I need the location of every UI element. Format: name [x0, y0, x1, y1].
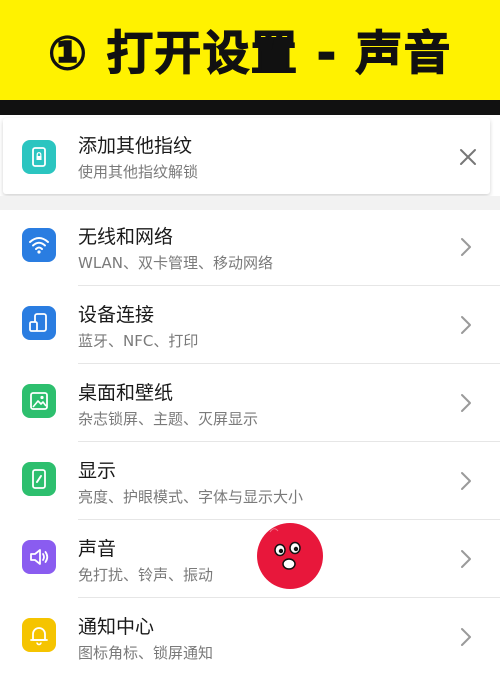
suggestion-subtitle: 使用其他指纹解锁	[78, 163, 199, 181]
settings-item-sound[interactable]: 声音 免打扰、铃声、振动	[0, 520, 500, 598]
wifi-icon	[22, 228, 56, 262]
settings-item-device-connection[interactable]: 设备连接 蓝牙、NFC、打印	[0, 286, 500, 364]
chevron-right-icon	[461, 316, 471, 334]
settings-item-subtitle: 图标角标、锁屏通知	[78, 644, 214, 662]
tutorial-banner: ① 打开设置 - 声音	[0, 0, 500, 100]
settings-item-subtitle: 免打扰、铃声、振动	[78, 566, 214, 584]
chevron-right-icon	[461, 394, 471, 412]
settings-item-title: 设备连接	[78, 304, 155, 326]
settings-item-title: 桌面和壁纸	[78, 382, 174, 404]
settings-item-title: 显示	[78, 460, 117, 482]
banner-title: ① 打开设置 - 声音	[47, 25, 453, 81]
settings-item-display[interactable]: 显示 亮度、护眼模式、字体与显示大小	[0, 442, 500, 520]
status-bar-strip	[0, 100, 500, 115]
fingerprint-suggestion-card[interactable]: 添加其他指纹 使用其他指纹解锁	[3, 118, 490, 194]
settings-item-subtitle: WLAN、双卡管理、移动网络	[78, 254, 274, 272]
chevron-right-icon	[461, 238, 471, 256]
settings-item-title: 声音	[78, 538, 117, 560]
close-icon[interactable]	[457, 146, 479, 168]
chevron-right-icon	[461, 550, 471, 568]
display-icon	[22, 462, 56, 496]
chevron-right-icon	[461, 472, 471, 490]
chevron-right-icon	[461, 628, 471, 646]
settings-item-subtitle: 蓝牙、NFC、打印	[78, 332, 199, 350]
red-face-sticker	[257, 523, 323, 589]
speaker-icon	[22, 540, 56, 574]
settings-item-subtitle: 杂志锁屏、主题、灭屏显示	[78, 410, 259, 428]
settings-item-wallpaper[interactable]: 桌面和壁纸 杂志锁屏、主题、灭屏显示	[0, 364, 500, 442]
settings-item-wireless[interactable]: 无线和网络 WLAN、双卡管理、移动网络	[0, 208, 500, 286]
device-connect-icon	[22, 306, 56, 340]
suggestion-title: 添加其他指纹	[78, 135, 193, 157]
settings-item-title: 通知中心	[78, 616, 155, 638]
settings-item-subtitle: 亮度、护眼模式、字体与显示大小	[78, 488, 304, 506]
fingerprint-lock-icon	[22, 140, 56, 174]
settings-item-notifications[interactable]: 通知中心 图标角标、锁屏通知	[0, 598, 500, 676]
settings-item-title: 无线和网络	[78, 226, 174, 248]
bell-icon	[22, 618, 56, 652]
wallpaper-icon	[22, 384, 56, 418]
